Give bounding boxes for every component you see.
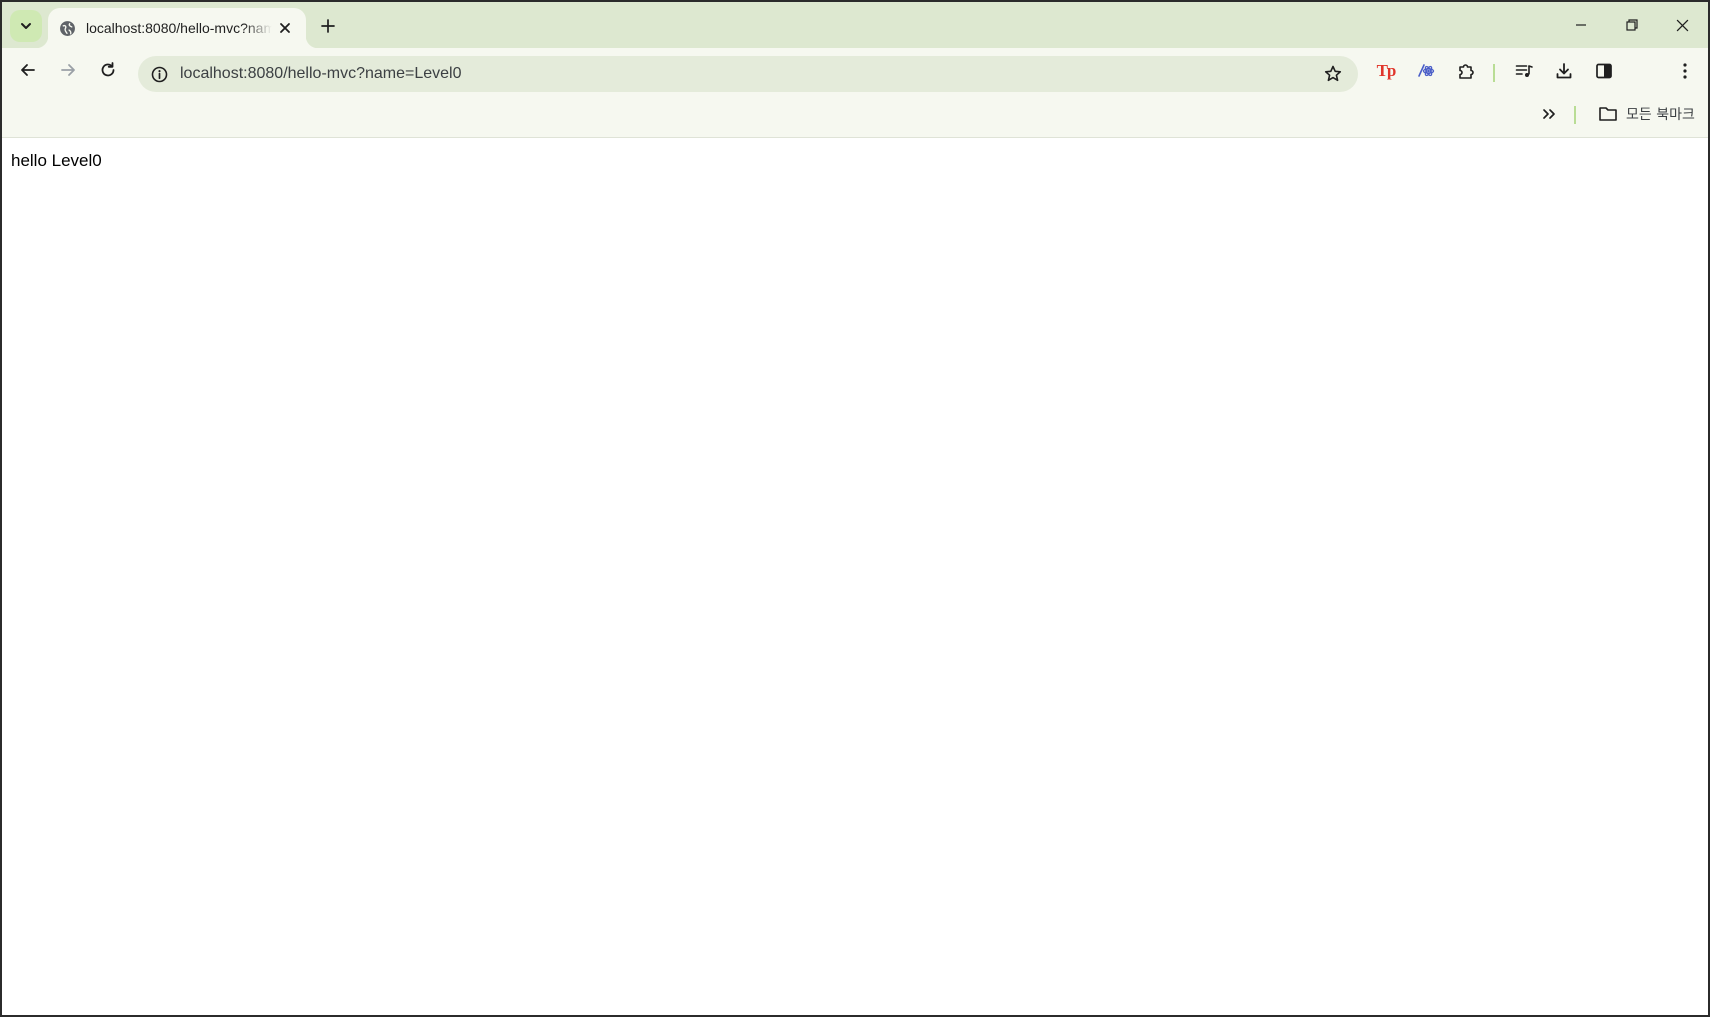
window-controls <box>1555 2 1708 48</box>
double-chevron-right-icon <box>1541 106 1557 122</box>
bookmark-star-button[interactable] <box>1316 57 1350 91</box>
extension-tp-button[interactable]: Tp <box>1369 54 1403 88</box>
site-info-button[interactable] <box>142 57 176 91</box>
bookmarks-separator <box>1574 106 1576 124</box>
tab-title: localhost:8080/hello-mvc?name=Level0 <box>86 20 272 36</box>
extensions-button[interactable] <box>1449 54 1483 88</box>
star-icon <box>1323 64 1343 84</box>
page-body-text: hello Level0 <box>11 151 102 170</box>
browser-window: localhost:8080/hello-mvc?name=Level0 <box>0 0 1710 1017</box>
arrow-left-icon <box>19 61 37 79</box>
minimize-icon <box>1575 19 1587 31</box>
forward-button[interactable] <box>50 52 86 88</box>
close-window-button[interactable] <box>1657 2 1708 48</box>
folder-icon <box>1598 105 1618 123</box>
side-panel-button[interactable] <box>1587 54 1621 88</box>
info-icon <box>151 66 168 83</box>
page-content: hello Level0 <box>2 139 1708 1015</box>
media-controls-button[interactable] <box>1507 54 1541 88</box>
downloads-button[interactable] <box>1547 54 1581 88</box>
reload-button[interactable] <box>90 52 126 88</box>
queue-music-icon <box>1514 61 1534 81</box>
globe-icon <box>58 19 76 37</box>
all-bookmarks-button[interactable]: 모든 북마크 <box>1592 100 1701 128</box>
browser-menu-button[interactable] <box>1668 54 1702 88</box>
download-icon <box>1554 61 1574 81</box>
side-panel-icon <box>1594 61 1614 81</box>
url-text[interactable]: localhost:8080/hello-mvc?name=Level0 <box>180 65 462 83</box>
restore-button[interactable] <box>1606 2 1657 48</box>
address-bar[interactable]: localhost:8080/hello-mvc?name=Level0 <box>138 56 1358 92</box>
close-icon <box>279 22 291 34</box>
tp-extension-icon: Tp <box>1376 61 1397 80</box>
extension-react-button[interactable] <box>1409 54 1443 88</box>
more-vertical-icon <box>1675 61 1695 81</box>
puzzle-icon <box>1456 61 1476 81</box>
bookmarks-bar: 모든 북마크 <box>2 92 1708 138</box>
react-devtools-icon <box>1416 61 1436 81</box>
back-button[interactable] <box>10 52 46 88</box>
tab-active[interactable]: localhost:8080/hello-mvc?name=Level0 <box>36 8 318 48</box>
toolbar: localhost:8080/hello-mvc?name=Level0 Tp <box>2 48 1708 92</box>
toolbar-separator <box>1493 64 1495 82</box>
arrow-right-icon <box>59 61 77 79</box>
plus-icon <box>320 18 336 34</box>
tab-close-button[interactable] <box>274 17 296 39</box>
minimize-button[interactable] <box>1555 2 1606 48</box>
bookmarks-overflow-button[interactable] <box>1534 101 1564 127</box>
new-tab-button[interactable] <box>314 12 342 40</box>
chevron-down-icon <box>19 19 33 33</box>
reload-icon <box>99 61 117 79</box>
close-icon <box>1676 19 1689 32</box>
tab-strip: localhost:8080/hello-mvc?name=Level0 <box>2 2 1708 48</box>
restore-icon <box>1625 19 1638 31</box>
all-bookmarks-label: 모든 북마크 <box>1626 107 1695 123</box>
